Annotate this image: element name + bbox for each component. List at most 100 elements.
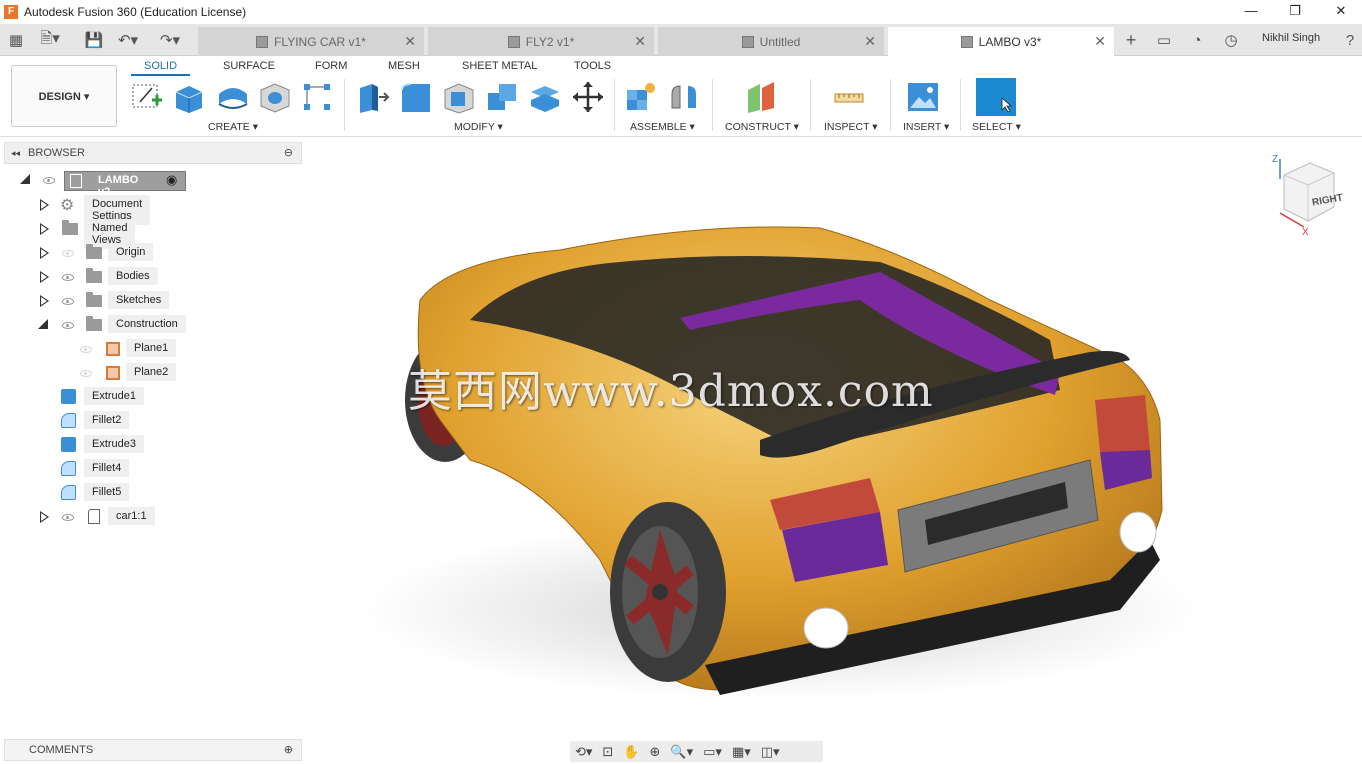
tab-mesh[interactable]: MESH xyxy=(388,60,420,72)
minimize-panel-icon[interactable]: ⊖ xyxy=(284,146,293,159)
minimize-button[interactable]: — xyxy=(1228,0,1274,24)
tab-solid[interactable]: SOLID xyxy=(131,60,191,76)
expand-arrow-icon[interactable] xyxy=(40,295,49,307)
close-tab-icon[interactable]: ✕ xyxy=(404,33,416,50)
measure-icon[interactable] xyxy=(832,80,866,114)
select-menu[interactable]: SELECT ▾ xyxy=(972,121,1021,133)
pan-hand-icon[interactable]: ✋ xyxy=(623,744,639,760)
tree-label: Plane2 xyxy=(126,363,177,381)
tab-fly2[interactable]: FLY2 v1* ✕ xyxy=(428,27,654,56)
tree-label: Sketches xyxy=(108,291,170,309)
split-body-icon[interactable] xyxy=(528,80,562,114)
extrude-icon[interactable] xyxy=(173,80,207,114)
comments-panel[interactable]: COMMENTS ⊕ xyxy=(4,739,302,761)
clock-icon[interactable]: ◷ xyxy=(1219,28,1243,52)
create-menu[interactable]: CREATE ▾ xyxy=(208,121,258,133)
fit-icon[interactable]: 🔍▾ xyxy=(670,744,693,760)
3d-viewport[interactable]: 莫西网www.3dmox.com RIGHT Z X xyxy=(304,137,1362,740)
undo-icon[interactable]: ↶▾ xyxy=(116,28,140,52)
tab-lambo[interactable]: LAMBO v3* ✕ xyxy=(888,27,1114,56)
display-settings-icon[interactable]: ▭▾ xyxy=(703,744,722,760)
car-model[interactable] xyxy=(304,137,1362,740)
combine-icon[interactable] xyxy=(485,80,519,114)
fillet-icon[interactable] xyxy=(399,80,433,114)
file-menu-icon[interactable]: 🗎▾ xyxy=(38,28,62,52)
look-at-icon[interactable]: ⊡ xyxy=(602,744,613,760)
axis-x-label: X xyxy=(1302,227,1309,238)
visibility-eye-icon[interactable] xyxy=(80,346,92,353)
close-tab-icon[interactable]: ✕ xyxy=(864,33,876,50)
new-tab-button[interactable]: + xyxy=(1119,28,1143,52)
close-tab-icon[interactable]: ✕ xyxy=(634,33,646,50)
folder-icon xyxy=(86,268,102,283)
inspect-menu[interactable]: INSPECT ▾ xyxy=(824,121,878,133)
modify-menu[interactable]: MODIFY ▾ xyxy=(454,121,503,133)
axis-z-label: Z xyxy=(1272,154,1279,165)
expand-arrow-icon[interactable] xyxy=(40,199,49,211)
collapse-arrow-icon[interactable] xyxy=(38,319,48,329)
offset-plane-icon[interactable] xyxy=(744,80,778,114)
close-window-button[interactable]: ✕ xyxy=(1318,0,1362,24)
fillet-feature-icon xyxy=(61,413,76,428)
tab-surface[interactable]: SURFACE xyxy=(223,60,275,72)
tab-untitled[interactable]: Untitled ✕ xyxy=(658,27,884,56)
collapse-panel-icon[interactable]: ◂◂ xyxy=(11,148,20,159)
visibility-eye-icon[interactable] xyxy=(62,322,74,329)
create-sketch-icon[interactable] xyxy=(130,80,164,114)
press-pull-icon[interactable] xyxy=(356,80,390,114)
shell-icon[interactable] xyxy=(442,80,476,114)
joint-icon[interactable] xyxy=(668,80,702,114)
expand-arrow-icon[interactable] xyxy=(40,223,49,235)
workspace-switcher[interactable]: DESIGN ▾ xyxy=(11,65,117,127)
select-icon[interactable] xyxy=(976,78,1016,116)
visibility-eye-icon[interactable] xyxy=(62,250,74,257)
toolbar-divider xyxy=(810,79,811,131)
pattern-icon[interactable] xyxy=(300,80,334,114)
revolve-icon[interactable] xyxy=(216,80,250,114)
visibility-eye-icon[interactable] xyxy=(43,177,55,184)
orbit-icon[interactable]: ⟲▾ xyxy=(575,744,592,760)
visibility-eye-icon[interactable] xyxy=(80,370,92,377)
watermark-text: 莫西网www.3dmox.com xyxy=(408,366,934,417)
visibility-eye-icon[interactable] xyxy=(62,298,74,305)
assemble-menu[interactable]: ASSEMBLE ▾ xyxy=(630,121,695,133)
move-icon[interactable] xyxy=(571,80,605,114)
tab-flying-car[interactable]: FLYING CAR v1* ✕ xyxy=(198,27,424,56)
viewports-icon[interactable]: ◫▾ xyxy=(761,744,780,760)
insert-menu[interactable]: INSERT ▾ xyxy=(903,121,949,133)
user-name[interactable]: Nikhil Singh xyxy=(1262,32,1320,44)
browser-panel-header[interactable]: ◂◂ BROWSER ⊖ xyxy=(4,142,302,164)
grid-settings-icon[interactable]: ▦▾ xyxy=(732,744,751,760)
tab-label: FLY2 v1* xyxy=(525,34,575,49)
add-comment-icon[interactable]: ⊕ xyxy=(284,743,293,756)
tab-tools[interactable]: TOOLS xyxy=(574,60,611,72)
expand-arrow-icon[interactable] xyxy=(40,271,49,283)
expand-arrow-icon[interactable] xyxy=(40,247,49,259)
save-icon[interactable]: 💾 xyxy=(82,28,106,52)
close-tab-icon[interactable]: ✕ xyxy=(1094,33,1106,50)
redo-icon[interactable]: ↷▾ xyxy=(158,28,182,52)
activate-radio-icon[interactable]: ◉ xyxy=(166,172,177,188)
visibility-eye-icon[interactable] xyxy=(62,274,74,281)
expand-arrow-icon[interactable] xyxy=(40,511,49,523)
help-icon[interactable]: ? xyxy=(1338,28,1362,52)
construct-menu[interactable]: CONSTRUCT ▾ xyxy=(725,121,799,133)
comments-title: COMMENTS xyxy=(29,744,94,756)
tab-form[interactable]: FORM xyxy=(315,60,347,72)
zoom-icon[interactable]: ⊕ xyxy=(650,744,661,760)
visibility-eye-icon[interactable] xyxy=(62,514,74,521)
collapse-arrow-icon[interactable] xyxy=(20,174,30,184)
hole-icon[interactable] xyxy=(258,80,292,114)
insert-canvas-icon[interactable] xyxy=(906,80,940,114)
navigation-bar: ⟲▾ ⊡ ✋ ⊕ 🔍▾ ▭▾ ▦▾ ◫▾ xyxy=(570,741,823,762)
tab-label: Untitled xyxy=(759,34,801,49)
restore-button[interactable]: ❐ xyxy=(1272,0,1318,24)
tab-sheet-metal[interactable]: SHEET METAL xyxy=(462,60,537,72)
folder-icon xyxy=(62,220,78,235)
apps-grid-icon[interactable]: ▦ xyxy=(4,28,28,52)
document-tab-bar: ▦ 🗎▾ 💾 ↶▾ ↷▾ FLYING CAR v1* ✕ FLY2 v1* ✕… xyxy=(0,24,1362,56)
new-component-icon[interactable] xyxy=(624,80,658,114)
notifications-icon[interactable]: ▭ xyxy=(1152,28,1176,52)
document-cube-icon xyxy=(256,35,269,48)
job-status-icon[interactable]: ◔ xyxy=(1185,28,1209,52)
